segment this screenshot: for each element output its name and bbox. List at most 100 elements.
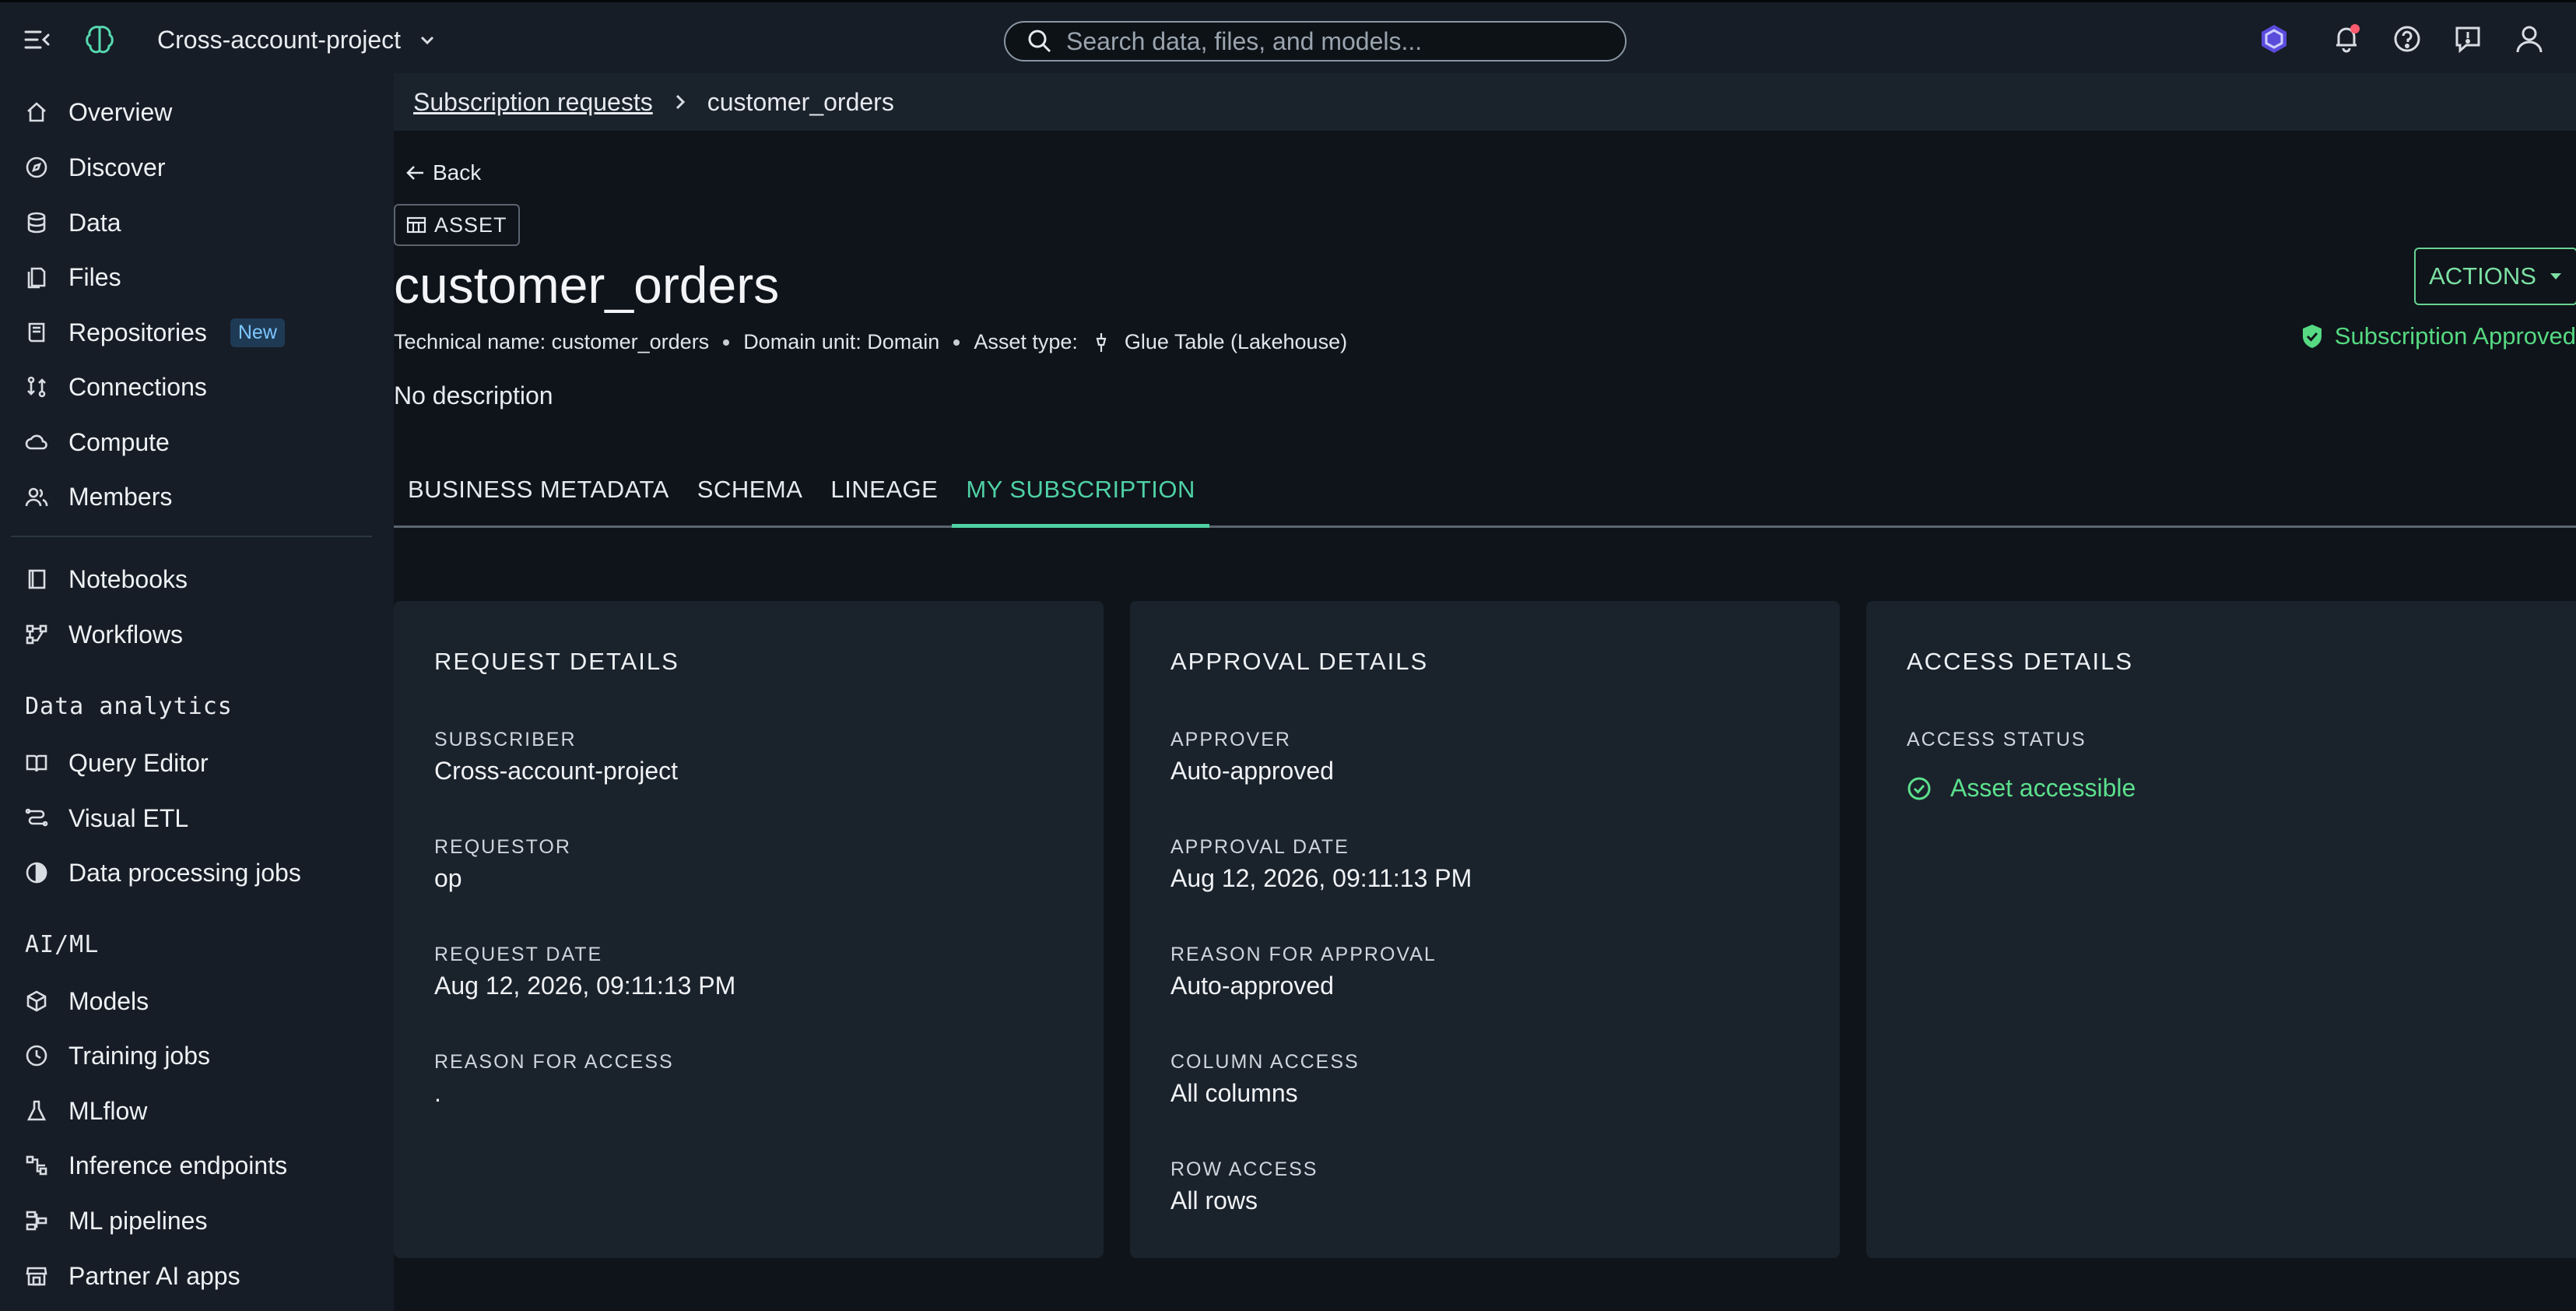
requestor-label: REQUESTOR: [434, 836, 571, 858]
sidebar-item-compute[interactable]: Compute: [0, 419, 394, 466]
sidebar-item-inference-endpoints[interactable]: Inference endpoints: [0, 1142, 394, 1189]
table-icon: [406, 216, 426, 234]
request-date-value: Aug 12, 2026, 09:11:13 PM: [434, 972, 736, 1000]
subscriber-label: SUBSCRIBER: [434, 729, 577, 750]
card-title: REQUEST DETAILS: [434, 648, 679, 675]
sidebar-item-members[interactable]: Members: [0, 473, 394, 520]
sidebar-item-partner-ai-apps[interactable]: Partner AI apps: [0, 1253, 394, 1299]
tab-schema[interactable]: SCHEMA: [683, 454, 817, 525]
file-icon: [27, 267, 46, 289]
asset-type-label: Asset type:: [974, 330, 1078, 353]
approver-value: Auto-approved: [1170, 757, 1334, 785]
project-selector[interactable]: Cross-account-project: [157, 23, 437, 57]
notifications-bell-icon[interactable]: [2331, 23, 2362, 54]
reason-for-approval-label: REASON FOR APPROVAL: [1170, 944, 1437, 965]
approver-label: APPROVER: [1170, 729, 1291, 750]
book-icon: [26, 754, 47, 772]
access-details-card: ACCESS DETAILS ACCESS STATUS Asset acces…: [1866, 601, 2576, 1258]
sidebar-item-repositories[interactable]: Repositories New: [0, 309, 394, 356]
page-title: customer_orders: [394, 256, 780, 314]
cube-icon: [26, 990, 47, 1012]
separator-dot: [723, 339, 730, 346]
amazon-q-icon[interactable]: [2258, 23, 2290, 54]
training-icon: [26, 1045, 47, 1067]
sidebar-item-query-editor[interactable]: Query Editor: [0, 740, 394, 786]
home-icon: [27, 102, 46, 122]
menu-toggle-icon[interactable]: [23, 26, 51, 54]
domain-unit: Domain unit: Domain: [743, 330, 940, 353]
search-input[interactable]: [1065, 26, 1625, 57]
job-icon: [26, 862, 47, 884]
endpoint-icon: [26, 1155, 47, 1176]
reason-for-access-label: REASON FOR ACCESS: [434, 1051, 674, 1073]
card-title: APPROVAL DETAILS: [1170, 648, 1429, 675]
row-access-value: All rows: [1170, 1186, 1258, 1214]
compass-icon: [26, 156, 47, 178]
tab-bar: BUSINESS METADATA SCHEMA LINEAGE MY SUBS…: [394, 456, 2576, 528]
separator-dot: [953, 339, 960, 346]
reason-for-approval-value: Auto-approved: [1170, 972, 1334, 1000]
section-title-aiml: AI/ML: [25, 931, 100, 958]
sidebar-item-notebooks[interactable]: Notebooks: [0, 556, 394, 603]
help-icon[interactable]: [2392, 23, 2423, 54]
breadcrumb-current: customer_orders: [707, 87, 894, 116]
sidebar-item-workflows[interactable]: Workflows: [0, 611, 394, 658]
asset-description: No description: [394, 381, 553, 409]
reason-for-access-value: .: [434, 1079, 441, 1107]
chevron-down-icon: [420, 36, 434, 45]
sidebar-item-data-processing-jobs[interactable]: Data processing jobs: [0, 849, 394, 896]
sidebar-item-visual-etl[interactable]: Visual ETL: [0, 795, 394, 842]
sidebar-item-models[interactable]: Models: [0, 978, 394, 1025]
column-access-value: All columns: [1170, 1079, 1298, 1107]
breadcrumb: Subscription requests customer_orders: [394, 73, 2576, 131]
sidebar-item-discover[interactable]: Discover: [0, 144, 394, 191]
subscription-status: Subscription Approved: [2301, 322, 2576, 350]
approval-details-card: APPROVAL DETAILS APPROVER Auto-approved …: [1130, 601, 1840, 1258]
project-name: Cross-account-project: [157, 25, 401, 54]
row-access-label: ROW ACCESS: [1170, 1158, 1318, 1180]
actions-button[interactable]: ACTIONS: [2414, 248, 2576, 305]
asset-type-value: Glue Table (Lakehouse): [1124, 330, 1348, 353]
connections-icon: [27, 376, 46, 398]
global-search[interactable]: [1004, 21, 1627, 62]
caret-down-icon: [2550, 273, 2561, 279]
database-icon: [27, 212, 46, 234]
sidebar-item-data[interactable]: Data: [0, 199, 394, 246]
subscriber-value: Cross-account-project: [434, 757, 678, 785]
breadcrumb-subscription-requests[interactable]: Subscription requests: [413, 88, 653, 117]
column-access-label: COLUMN ACCESS: [1170, 1051, 1360, 1073]
sidebar: Overview Discover Data Files Repositorie…: [0, 73, 394, 1311]
asset-metadata: Technical name: customer_orders Domain u…: [394, 330, 1347, 354]
back-link[interactable]: Back: [405, 160, 481, 185]
user-profile-icon[interactable]: [2514, 23, 2545, 54]
sidebar-item-ml-pipelines[interactable]: ML pipelines: [0, 1197, 394, 1244]
notebook-icon: [28, 569, 46, 589]
etl-icon: [25, 808, 48, 827]
sidebar-item-mlflow[interactable]: MLflow: [0, 1088, 394, 1134]
sidebar-item-training-jobs[interactable]: Training jobs: [0, 1032, 394, 1079]
workflow-icon: [26, 624, 47, 645]
request-details-card: REQUEST DETAILS SUBSCRIBER Cross-account…: [394, 601, 1104, 1258]
tab-business-metadata[interactable]: BUSINESS METADATA: [394, 454, 683, 525]
sidebar-divider: [11, 536, 372, 537]
sidebar-item-connections[interactable]: Connections: [0, 364, 394, 410]
card-title: ACCESS DETAILS: [1907, 648, 2134, 675]
technical-name: Technical name: customer_orders: [394, 330, 710, 353]
sidebar-item-files[interactable]: Files: [0, 254, 394, 301]
tab-my-subscription[interactable]: MY SUBSCRIPTION: [952, 454, 1209, 528]
top-bar: Cross-account-project: [0, 0, 2576, 73]
cloud-icon: [25, 434, 47, 450]
request-date-label: REQUEST DATE: [434, 944, 603, 965]
flask-icon: [26, 1100, 47, 1121]
approval-date-label: APPROVAL DATE: [1170, 836, 1349, 858]
approval-date-value: Aug 12, 2026, 09:11:13 PM: [1170, 864, 1472, 892]
brain-logo-icon[interactable]: [82, 23, 117, 57]
feedback-icon[interactable]: [2452, 23, 2483, 54]
new-badge: New: [230, 318, 285, 347]
tab-lineage[interactable]: LINEAGE: [816, 454, 952, 525]
store-icon: [26, 1267, 47, 1286]
sidebar-item-overview[interactable]: Overview: [0, 89, 394, 135]
shield-check-icon: [2302, 325, 2322, 348]
glue-icon: [1096, 332, 1107, 352]
pipeline-icon: [26, 1211, 47, 1231]
